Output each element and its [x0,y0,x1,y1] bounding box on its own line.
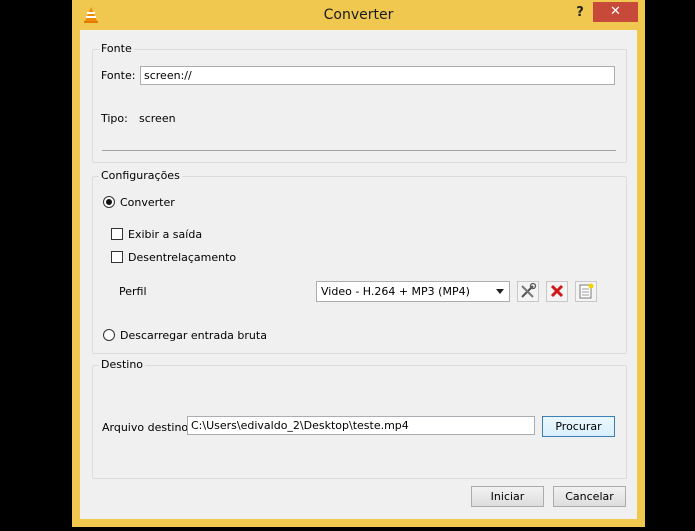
delete-profile-icon [550,284,564,298]
show-output-label[interactable]: Exibir a saída [128,228,202,241]
destination-group-title: Destino [99,358,146,371]
source-group: Fonte Fonte: screen:// Tipo: screen [92,42,627,163]
destination-group: Destino Arquivo destino: C:\Users\edival… [92,358,627,479]
source-label: Fonte: [101,69,136,82]
source-input[interactable]: screen:// [140,66,615,85]
source-group-title: Fonte [99,42,134,55]
window-title: Converter [323,7,394,23]
dialog-body: Fonte Fonte: screen:// Tipo: screen Conf… [80,30,637,519]
deinterlace-checkbox[interactable] [111,251,123,263]
cancel-button[interactable]: Cancelar [553,486,626,507]
close-button[interactable]: ✕ [593,2,638,22]
type-value: screen [139,112,176,125]
destination-file-input[interactable]: C:\Users\edivaldo_2\Desktop\teste.mp4 [187,416,535,435]
show-output-checkbox[interactable] [111,228,123,240]
convert-radio[interactable] [103,196,115,208]
settings-group: Configurações Converter Exibir a saída D… [92,169,627,354]
convert-label[interactable]: Converter [120,196,175,209]
deinterlace-label[interactable]: Desentrelaçamento [128,251,236,264]
profile-select-value: Video - H.264 + MP3 (MP4) [321,285,470,298]
raw-dump-label[interactable]: Descarregar entrada bruta [120,329,267,342]
raw-dump-radio[interactable] [103,329,115,341]
profile-label: Perfil [119,285,147,298]
help-button[interactable]: ? [569,4,591,22]
profile-select[interactable]: Video - H.264 + MP3 (MP4) [316,281,510,302]
settings-group-title: Configurações [99,169,182,182]
new-profile-button[interactable] [575,281,597,302]
edit-profile-button[interactable] [517,281,539,302]
browse-button[interactable]: Procurar [542,416,615,437]
destination-file-label: Arquivo destino: [102,421,192,434]
converter-window: Converter ? ✕ Fonte Fonte: screen:// Tip… [72,0,645,527]
start-button[interactable]: Iniciar [471,486,544,507]
new-profile-icon [579,283,594,299]
delete-profile-button[interactable] [546,281,568,302]
type-label: Tipo: [101,112,128,125]
edit-profile-icon [521,282,537,298]
chevron-down-icon [496,289,504,294]
title-bar[interactable]: Converter ? ✕ [72,0,645,30]
source-separator [102,150,616,151]
